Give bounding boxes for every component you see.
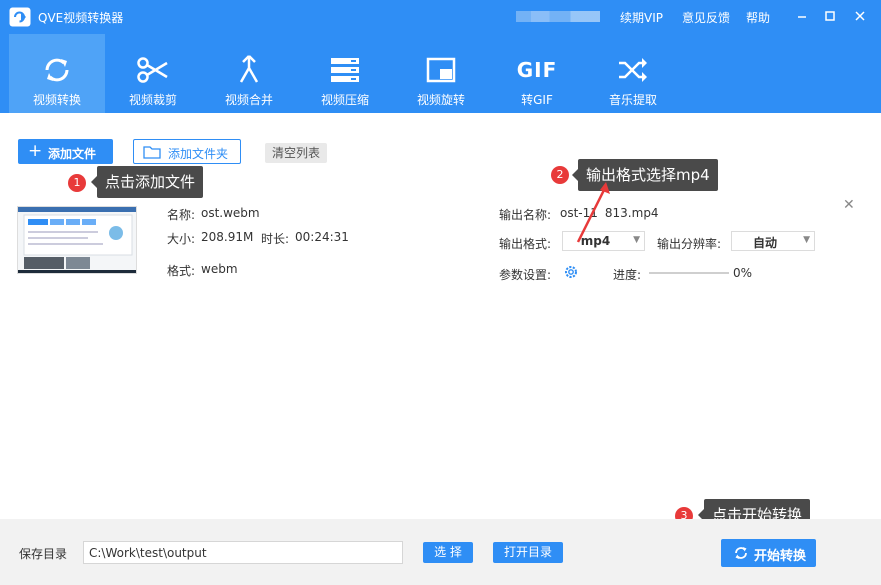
tab-label: 视频旋转 <box>416 93 465 107</box>
tab-video-rotate[interactable]: 视频旋转 <box>393 34 489 113</box>
user-account-blurred[interactable] <box>516 11 600 22</box>
tab-video-merge[interactable]: 视频合并 <box>201 34 297 113</box>
annotation-arrow <box>576 182 610 243</box>
merge-icon <box>239 55 259 83</box>
tab-video-convert[interactable]: 视频转换 <box>9 34 105 113</box>
renew-vip-link[interactable]: 续期VIP <box>620 9 663 26</box>
progress-percent: 0% <box>733 266 753 280</box>
tab-video-compress[interactable]: 视频压缩 <box>297 34 393 113</box>
tab-label: 视频转换 <box>32 93 81 107</box>
dropdown-arrow-icon: ▼ <box>803 235 810 245</box>
start-convert-label: 开始转换 <box>754 549 807 564</box>
duration-value: 00:24:31 <box>295 230 349 244</box>
file-format-value: webm <box>201 262 238 276</box>
file-size-value: 208.91M <box>201 230 254 244</box>
tab-label: 视频压缩 <box>320 93 369 107</box>
resolution-select[interactable]: 自动 ▼ <box>731 231 815 251</box>
start-convert-button[interactable]: 开始转换 <box>721 539 816 567</box>
duration-label: 时长: <box>261 232 290 246</box>
clear-list-button[interactable]: 清空列表 <box>265 143 327 163</box>
add-folder-button[interactable]: 添加文件夹 <box>133 139 241 164</box>
tab-label: 视频合并 <box>224 93 273 107</box>
file-size-label: 大小: <box>167 232 196 246</box>
tab-label: 转GIF <box>521 93 553 107</box>
dropdown-arrow-icon: ▼ <box>633 235 640 245</box>
resolution-value: 自动 <box>752 236 777 250</box>
maximize-icon[interactable] <box>822 8 838 24</box>
help-link[interactable]: 帮助 <box>746 9 770 26</box>
compress-icon <box>331 58 359 82</box>
gif-icon: GIF <box>516 58 558 82</box>
folder-icon <box>143 146 161 159</box>
title-bar: QVE视频转换器 续期VIP 意见反馈 帮助 <box>0 0 881 34</box>
minimize-icon[interactable] <box>794 8 810 24</box>
video-thumbnail <box>17 206 137 274</box>
progress-bar <box>649 272 729 274</box>
convert-icon <box>735 547 747 559</box>
output-name-label: 输出名称: <box>499 208 552 222</box>
add-folder-label: 添加文件夹 <box>168 147 229 161</box>
feedback-link[interactable]: 意见反馈 <box>682 9 730 26</box>
resolution-label: 输出分辨率: <box>657 237 722 251</box>
annotation-badge-1: 1 <box>68 174 86 192</box>
rotate-icon <box>426 57 456 83</box>
save-dir-label: 保存目录 <box>19 547 68 561</box>
open-dir-button[interactable]: 打开目录 <box>493 542 563 563</box>
choose-dir-button[interactable]: 选 择 <box>423 542 473 563</box>
convert-icon <box>45 58 69 82</box>
app-logo-icon <box>9 7 31 27</box>
app-title: QVE视频转换器 <box>38 11 124 25</box>
tab-label: 音乐提取 <box>608 93 657 107</box>
shuffle-icon <box>619 58 647 82</box>
output-format-label: 输出格式: <box>499 237 552 251</box>
add-file-button[interactable]: + 添加文件 <box>18 139 113 164</box>
gear-icon[interactable] <box>563 264 579 283</box>
file-name-label: 名称: <box>167 208 196 222</box>
tab-label: 视频裁剪 <box>128 93 177 107</box>
close-window-icon[interactable] <box>852 8 868 24</box>
remove-file-icon[interactable]: ✕ <box>843 197 855 213</box>
tab-music-extract[interactable]: 音乐提取 <box>585 34 681 113</box>
annotation-badge-2: 2 <box>551 166 569 184</box>
file-format-label: 格式: <box>167 264 196 278</box>
add-file-label: 添加文件 <box>48 147 97 161</box>
save-dir-input[interactable] <box>83 541 403 564</box>
scissors-icon <box>137 57 168 83</box>
plus-icon: + <box>28 141 43 161</box>
annotation-callout-1: 点击添加文件 <box>90 166 204 198</box>
tab-video-crop[interactable]: 视频裁剪 <box>105 34 201 113</box>
tab-to-gif[interactable]: GIF 转GIF <box>489 34 585 113</box>
main-toolbar: 视频转换 视频裁剪 视频合并 视频压缩 视频旋转 GIF 转GIF 音乐提取 <box>0 34 881 113</box>
file-name-value: ost.webm <box>201 206 260 220</box>
params-label: 参数设置: <box>499 268 552 282</box>
progress-label: 进度: <box>613 268 642 282</box>
